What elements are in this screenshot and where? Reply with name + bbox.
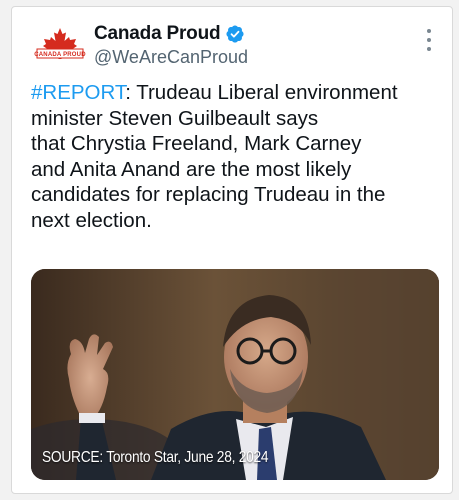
account-handle[interactable]: @WeAreCanProud [94,47,248,68]
tweet-line: minister Steven Guilbeault says [31,106,319,130]
more-dot [427,29,431,33]
account-name-row: Canada Proud [94,23,245,45]
tweet-media-image[interactable]: SOURCE: Toronto Star, June 28, 2024 [31,269,439,480]
maple-leaf-logo-icon: CANADA PROUD [34,28,86,59]
tweet-line: next election. [31,208,152,232]
tweet-line: and Anita Anand are the most likely [31,157,352,181]
media-caption: SOURCE: Toronto Star, June 28, 2024 [42,449,269,466]
more-options-icon[interactable] [422,29,436,51]
tweet-line: #REPORT: Trudeau Liberal environment [31,80,446,106]
tweet-text: #REPORT: Trudeau Liberal environment min… [31,80,446,233]
account-logo[interactable]: CANADA PROUD [33,25,87,65]
more-dot [427,38,431,42]
hashtag-link[interactable]: #REPORT [31,81,125,104]
verified-badge-icon [225,24,245,44]
more-dot [427,47,431,51]
tweet-line-text: : Trudeau Liberal environment [125,81,398,104]
tweet-card: CANADA PROUD Canada Proud @WeAreCanProud… [11,6,453,494]
account-name[interactable]: Canada Proud [94,23,221,45]
tweet-line: candidates for replacing Trudeau in the [31,183,386,206]
svg-text:CANADA PROUD: CANADA PROUD [34,52,86,58]
tweet-line: that Chrystia Freeland, Mark Carney [31,132,362,155]
